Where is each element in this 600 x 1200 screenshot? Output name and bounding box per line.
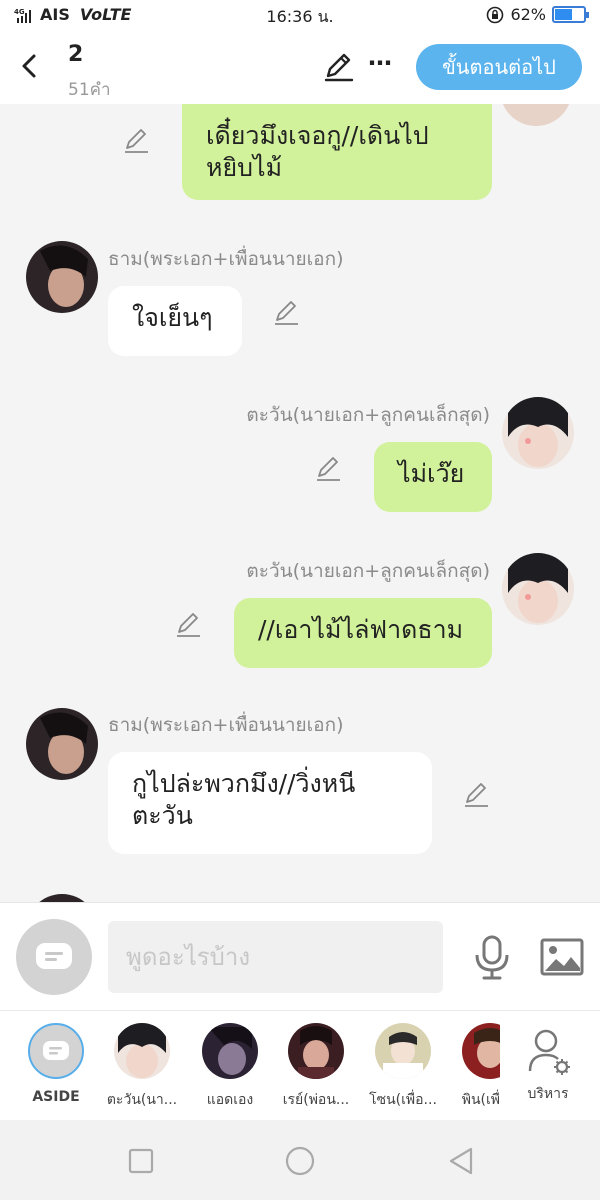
home-button[interactable] [283, 1144, 317, 1178]
character-item[interactable]: เรย์(พ่อน... [276, 1023, 356, 1111]
avatar [288, 1023, 344, 1079]
page-title: 2 [68, 42, 84, 67]
message-text-line: ตะวัน [132, 801, 193, 830]
message-bubble[interactable]: ใจเย็นๆ [108, 286, 242, 356]
message-bubble[interactable]: เดี๋ยวมึงเจอกู//เดินไป หยิบไม้ [182, 104, 492, 200]
edit-message-icon[interactable] [314, 454, 344, 484]
more-menu-button[interactable]: ⋯ [368, 50, 392, 76]
word-count: 51คำ [68, 80, 111, 100]
message-text: ใจเย็นๆ [132, 303, 213, 332]
message-text-line: เดี๋ยวมึงเจอกู//เดินไป [206, 121, 429, 150]
sender-name: ธาม(พระเอก+เพื่อนนายเอก) [108, 714, 344, 736]
edit-message-icon[interactable] [122, 126, 152, 156]
status-right: 62% [486, 5, 589, 24]
header: 2 51คำ ⋯ ขั้นตอนต่อไป [0, 32, 600, 104]
battery-icon [552, 6, 589, 23]
system-nav-bar [0, 1120, 600, 1200]
avatar [202, 1023, 258, 1079]
aside-toggle-button[interactable] [16, 919, 92, 995]
character-aside[interactable]: ASIDE [16, 1023, 96, 1105]
avatar[interactable] [502, 397, 574, 469]
edit-message-icon[interactable] [174, 610, 204, 640]
character-label: บริหาร [527, 1086, 569, 1102]
avatar [462, 1023, 500, 1079]
edit-message-icon[interactable] [462, 780, 492, 810]
edit-message-icon[interactable] [272, 298, 302, 328]
character-label: เรย์(พ่อน... [282, 1092, 350, 1108]
message-text: ไม่เว๊ย [398, 459, 465, 488]
sender-name: ตะวัน(นายเอก+ลูกคนเล็กสุด) [246, 560, 490, 582]
avatar [375, 1023, 431, 1079]
avatar [114, 1023, 170, 1079]
character-item[interactable]: ตะวัน(นา... [102, 1023, 182, 1111]
battery-percent: 62% [510, 5, 546, 24]
avatar[interactable] [26, 708, 98, 780]
message-text: //เอาไม้ไล่ฟาดธาม [258, 615, 464, 644]
sender-name: ธาม(พระเอก+เพื่อนนายเอก) [108, 248, 344, 270]
status-bar: 4G AIS VoLTE 16:36 น. 62% [0, 0, 600, 32]
message-bubble[interactable]: กูไปล่ะพวกมึง//วิ่งหนี ตะวัน [108, 752, 432, 854]
message-text-line: กูไปล่ะพวกมึง//วิ่งหนี [132, 769, 356, 798]
character-label: ASIDE [32, 1089, 80, 1105]
user-settings-icon [528, 1029, 570, 1075]
rotation-lock-icon [487, 6, 504, 23]
recent-apps-button[interactable] [124, 1144, 158, 1178]
avatar [26, 894, 98, 902]
character-label: แอดเอง [206, 1092, 254, 1108]
message-text-line: หยิบไม้ [206, 153, 283, 182]
microphone-icon[interactable] [472, 935, 512, 981]
message-input[interactable] [108, 921, 443, 993]
character-label: พิน(เพื่ [461, 1092, 500, 1108]
avatar [500, 104, 572, 126]
avatar[interactable] [26, 241, 98, 313]
message-bubble[interactable]: ไม่เว๊ย [374, 442, 492, 512]
chat-bubble-icon [28, 1023, 84, 1079]
character-label: โซน(เพื่อ... [369, 1092, 437, 1108]
manage-characters-button[interactable]: บริหาร [508, 1023, 588, 1105]
input-bar [0, 902, 600, 1010]
avatar[interactable] [502, 553, 574, 625]
chat-bubble-icon [36, 943, 72, 969]
character-item[interactable]: โซน(เพื่อ... [363, 1023, 443, 1111]
chat-area[interactable]: เดี๋ยวมึงเจอกู//เดินไป หยิบไม้ ธาม(พระเอ… [0, 104, 600, 902]
character-label: ตะวัน(นา... [106, 1092, 178, 1108]
edit-icon[interactable] [322, 50, 356, 84]
character-item[interactable]: แอดเอง [190, 1023, 270, 1111]
next-step-button[interactable]: ขั้นตอนต่อไป [416, 44, 582, 90]
back-nav-button[interactable] [444, 1144, 478, 1178]
character-item[interactable]: พิน(เพื่ [448, 1023, 500, 1111]
character-selector: ASIDE ตะวัน(นา... แอดเอง เรย์(พ่อน... โซ… [0, 1010, 600, 1120]
sender-name: ตะวัน(นายเอก+ลูกคนเล็กสุด) [246, 404, 490, 426]
back-button[interactable] [12, 48, 48, 84]
message-bubble[interactable]: //เอาไม้ไล่ฟาดธาม [234, 598, 492, 668]
image-icon[interactable] [540, 937, 584, 977]
